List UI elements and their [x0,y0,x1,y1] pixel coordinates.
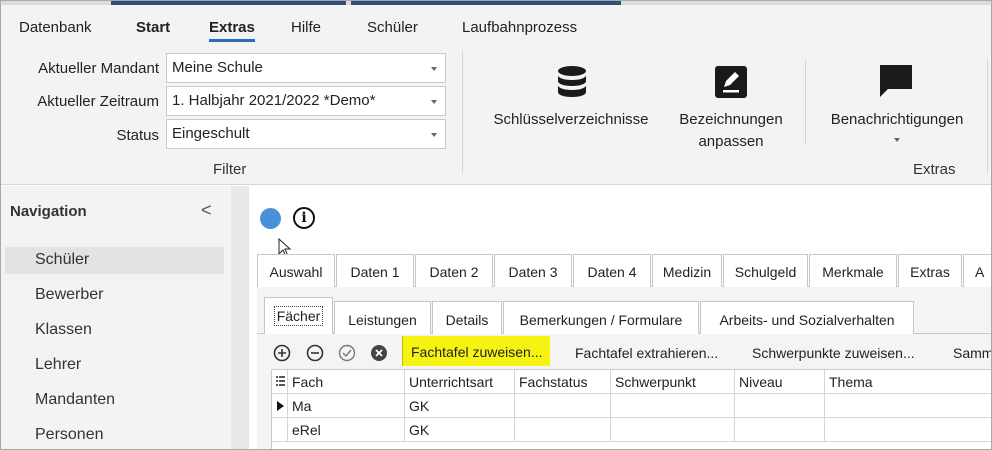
check-icon[interactable] [338,344,356,362]
tab-laufbahnprozess[interactable]: Laufbahnprozess [462,19,577,36]
zeitraum-label: Aktueller Zeitraum [37,93,159,110]
row-pointer-icon[interactable] [272,394,288,418]
tab-schulgeld[interactable]: Schulgeld [723,254,808,287]
cell-unterrichtsart[interactable]: GK [405,394,515,418]
faecher-toolbar: Fachtafel zuweisen... Fachtafel extrahie… [257,334,991,368]
filter-group-label: Filter [213,161,247,178]
chevron-down-icon [431,67,437,71]
tab-schueler[interactable]: Schüler [367,19,418,36]
chat-icon [880,65,912,97]
tab-medizin[interactable]: Medizin [652,254,722,287]
chevron-down-icon [894,138,900,142]
edit-label-icon [715,66,747,98]
grid-menu-icon[interactable] [272,370,288,394]
main-tabs: Auswahl Daten 1 Daten 2 Daten 3 Daten 4 … [257,254,991,287]
tab-merkmale[interactable]: Merkmale [809,254,897,287]
ribbon-divider [805,59,806,145]
subtab-leistungen[interactable]: Leistungen [334,301,431,334]
cell-schwerpunkt[interactable] [611,418,735,442]
column-header-fachstatus[interactable]: Fachstatus [515,370,611,394]
nav-item-klassen[interactable]: Klassen [5,317,224,344]
faecher-panel: Fächer Leistungen Details Bemerkungen / … [257,287,991,449]
fachtafel-extrahieren-button[interactable]: Fachtafel extrahieren... [575,345,718,361]
schluesselverzeichnisse-label: Schlüsselverzeichnisse [493,111,649,128]
column-header-niveau[interactable]: Niveau [735,370,825,394]
nav-item-mandanten[interactable]: Mandanten [5,387,224,414]
zeitraum-value: 1. Halbjahr 2021/2022 *Demo* [172,92,376,109]
mandant-label: Aktueller Mandant [38,60,159,77]
nav-item-personen[interactable]: Personen [5,422,224,449]
add-icon[interactable] [273,344,291,362]
cell-fachstatus[interactable] [515,418,611,442]
navigation-panel: Navigation < Schüler Bewerber Klassen Le… [1,186,231,449]
main-content: i Auswahl Daten 1 Daten 2 Daten 3 Daten … [249,186,991,449]
navigation-title: Navigation [10,203,87,220]
collapse-icon[interactable]: < [201,200,212,221]
bezeichnungen-label-1: Bezeichnungen [679,111,783,128]
info-icon[interactable]: i [293,207,315,229]
chevron-down-icon [431,100,437,104]
cancel-icon[interactable] [370,344,388,362]
schwerpunkte-zuweisen-button[interactable]: Schwerpunkte zuweisen... [752,345,915,361]
column-header-thema[interactable]: Thema [825,370,991,394]
tab-daten-2[interactable]: Daten 2 [415,254,493,287]
nav-item-bewerber[interactable]: Bewerber [5,282,224,309]
subtab-arbeits-sozialverhalten[interactable]: Arbeits- und Sozialverhalten [700,301,914,334]
subtab-bemerkungen[interactable]: Bemerkungen / Formulare [503,301,699,334]
status-label: Status [116,127,159,144]
cell-thema[interactable] [825,418,991,442]
ribbon-divider [462,51,463,173]
cell-fachstatus[interactable] [515,394,611,418]
cell-niveau[interactable] [735,394,825,418]
status-select[interactable]: Eingeschult [166,119,446,149]
cell-thema[interactable] [825,394,991,418]
menu-bar: Datenbank Start Extras Hilfe Schüler Lau… [1,5,991,45]
zeitraum-select[interactable]: 1. Halbjahr 2021/2022 *Demo* [166,86,446,116]
faecher-grid: Fach Unterrichtsart Fachstatus Schwerpun… [271,369,991,449]
subtab-faecher[interactable]: Fächer [264,297,333,334]
mandant-select[interactable]: Meine Schule [166,53,446,83]
column-header-schwerpunkt[interactable]: Schwerpunkt [611,370,735,394]
subtab-faecher-label: Fächer [273,306,324,326]
ribbon-divider [987,59,988,173]
tab-extras[interactable]: Extras [898,254,962,287]
tab-auswahl[interactable]: Auswahl [257,254,335,287]
cell-schwerpunkt[interactable] [611,394,735,418]
tab-daten-3[interactable]: Daten 3 [494,254,572,287]
splitter[interactable] [231,186,249,449]
tab-datenbank[interactable]: Datenbank [19,19,92,36]
tab-daten-1[interactable]: Daten 1 [336,254,414,287]
benachrichtigungen-label: Benachrichtigungen [830,111,964,128]
column-header-unterrichtsart[interactable]: Unterrichtsart [405,370,515,394]
cell-fach[interactable]: eRel [288,418,405,442]
bezeichnungen-label-2: anpassen [698,133,764,150]
subtab-details[interactable]: Details [432,301,502,334]
status-value: Eingeschult [172,125,250,142]
remove-icon[interactable] [306,344,324,362]
cell-niveau[interactable] [735,418,825,442]
row-header[interactable] [272,418,288,442]
extras-group-label: Extras [913,161,956,178]
fachtafel-zuweisen-button[interactable]: Fachtafel zuweisen... [402,336,550,366]
cell-fach[interactable]: Ma [288,394,405,418]
ribbon: Aktueller Mandant Meine Schule Aktueller… [1,45,991,185]
nav-item-lehrer[interactable]: Lehrer [5,352,224,379]
tab-extras[interactable]: Extras [209,19,255,42]
chevron-down-icon [431,133,437,137]
database-icon [558,66,586,97]
sammel-button[interactable]: Samm [953,345,991,361]
cell-unterrichtsart[interactable]: GK [405,418,515,442]
mandant-value: Meine Schule [172,59,263,76]
app-window: Datenbank Start Extras Hilfe Schüler Lau… [0,0,992,450]
tab-overflow[interactable]: A [963,254,991,287]
status-dot [260,208,281,229]
tab-hilfe[interactable]: Hilfe [291,19,321,36]
column-header-fach[interactable]: Fach [288,370,405,394]
tab-start[interactable]: Start [136,19,170,36]
tab-daten-4[interactable]: Daten 4 [573,254,651,287]
nav-item-schueler[interactable]: Schüler [5,247,224,274]
